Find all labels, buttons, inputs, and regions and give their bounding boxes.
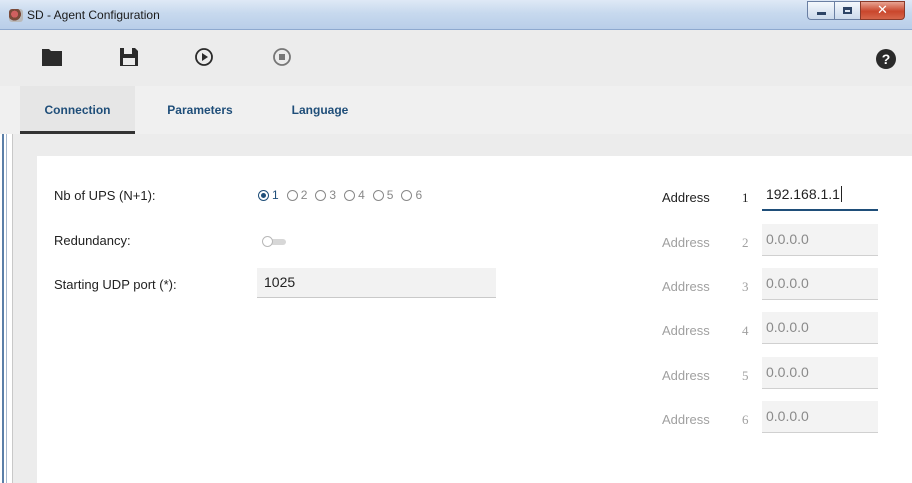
save-button[interactable] bbox=[118, 46, 140, 68]
radio-selected-icon bbox=[258, 189, 269, 201]
close-icon: ✕ bbox=[877, 3, 888, 18]
nb-ups-option-3[interactable]: 3 bbox=[315, 188, 336, 202]
title-bar: SD - Agent Configuration ✕ bbox=[0, 0, 912, 30]
tab-language[interactable]: Language bbox=[280, 86, 360, 134]
address-input-1[interactable]: 192.168.1.1 bbox=[762, 179, 878, 211]
text-caret bbox=[840, 186, 842, 202]
nb-ups-label: Nb of UPS (N+1): bbox=[54, 188, 156, 203]
save-icon bbox=[120, 48, 138, 66]
address-label-2: Address bbox=[662, 235, 710, 250]
address-input-6[interactable]: 0.0.0.0 bbox=[762, 401, 878, 433]
nb-ups-option-6[interactable]: 6 bbox=[401, 188, 422, 202]
tab-bar: Connection Parameters Language bbox=[20, 86, 912, 134]
address-number-6: 6 bbox=[742, 412, 749, 427]
app-icon bbox=[9, 9, 23, 22]
address-label-6: Address bbox=[662, 412, 710, 427]
address-label-5: Address bbox=[662, 368, 710, 383]
start-button[interactable] bbox=[193, 46, 215, 68]
maximize-icon bbox=[843, 7, 852, 14]
tab-connection[interactable]: Connection bbox=[20, 86, 135, 134]
address-number-1: 1 bbox=[742, 190, 749, 205]
nb-ups-radio-group: 1 2 3 4 5 6 bbox=[258, 188, 430, 202]
left-border bbox=[0, 134, 13, 483]
address-label-1: Address bbox=[662, 190, 710, 205]
window-controls: ✕ bbox=[807, 1, 905, 20]
folder-icon bbox=[42, 49, 62, 66]
stop-icon bbox=[273, 48, 291, 66]
address-label-4: Address bbox=[662, 323, 710, 338]
tab-parameters[interactable]: Parameters bbox=[155, 86, 245, 134]
minimize-button[interactable] bbox=[807, 1, 834, 20]
toolbar bbox=[0, 30, 912, 86]
close-button[interactable]: ✕ bbox=[860, 1, 905, 20]
open-button[interactable] bbox=[41, 46, 63, 68]
udp-port-input[interactable]: 1025 bbox=[257, 268, 496, 298]
address-input-5[interactable]: 0.0.0.0 bbox=[762, 357, 878, 389]
redundancy-toggle[interactable] bbox=[262, 236, 286, 247]
stop-button[interactable] bbox=[271, 46, 293, 68]
address-input-3[interactable]: 0.0.0.0 bbox=[762, 268, 878, 300]
radio-icon bbox=[344, 189, 356, 201]
address-number-2: 2 bbox=[742, 235, 749, 250]
udp-port-label: Starting UDP port (*): bbox=[54, 277, 177, 292]
address-number-3: 3 bbox=[742, 279, 749, 294]
radio-icon bbox=[372, 189, 384, 201]
nb-ups-option-4[interactable]: 4 bbox=[344, 188, 365, 202]
address-number-4: 4 bbox=[742, 323, 749, 338]
radio-icon bbox=[401, 189, 413, 201]
toggle-knob bbox=[262, 236, 273, 247]
help-icon[interactable]: ? bbox=[876, 49, 896, 69]
nb-ups-option-5[interactable]: 5 bbox=[372, 188, 393, 202]
radio-icon bbox=[315, 189, 327, 201]
address-input-2[interactable]: 0.0.0.0 bbox=[762, 224, 878, 256]
play-icon bbox=[195, 48, 213, 66]
radio-icon bbox=[286, 189, 298, 201]
redundancy-label: Redundancy: bbox=[54, 233, 131, 248]
nb-ups-option-2[interactable]: 2 bbox=[286, 188, 307, 202]
nb-ups-option-1[interactable]: 1 bbox=[258, 188, 279, 202]
minimize-icon bbox=[816, 12, 826, 15]
maximize-button[interactable] bbox=[834, 1, 860, 20]
address-number-5: 5 bbox=[742, 368, 749, 383]
window-title: SD - Agent Configuration bbox=[27, 8, 160, 22]
address-label-3: Address bbox=[662, 279, 710, 294]
address-input-4[interactable]: 0.0.0.0 bbox=[762, 312, 878, 344]
